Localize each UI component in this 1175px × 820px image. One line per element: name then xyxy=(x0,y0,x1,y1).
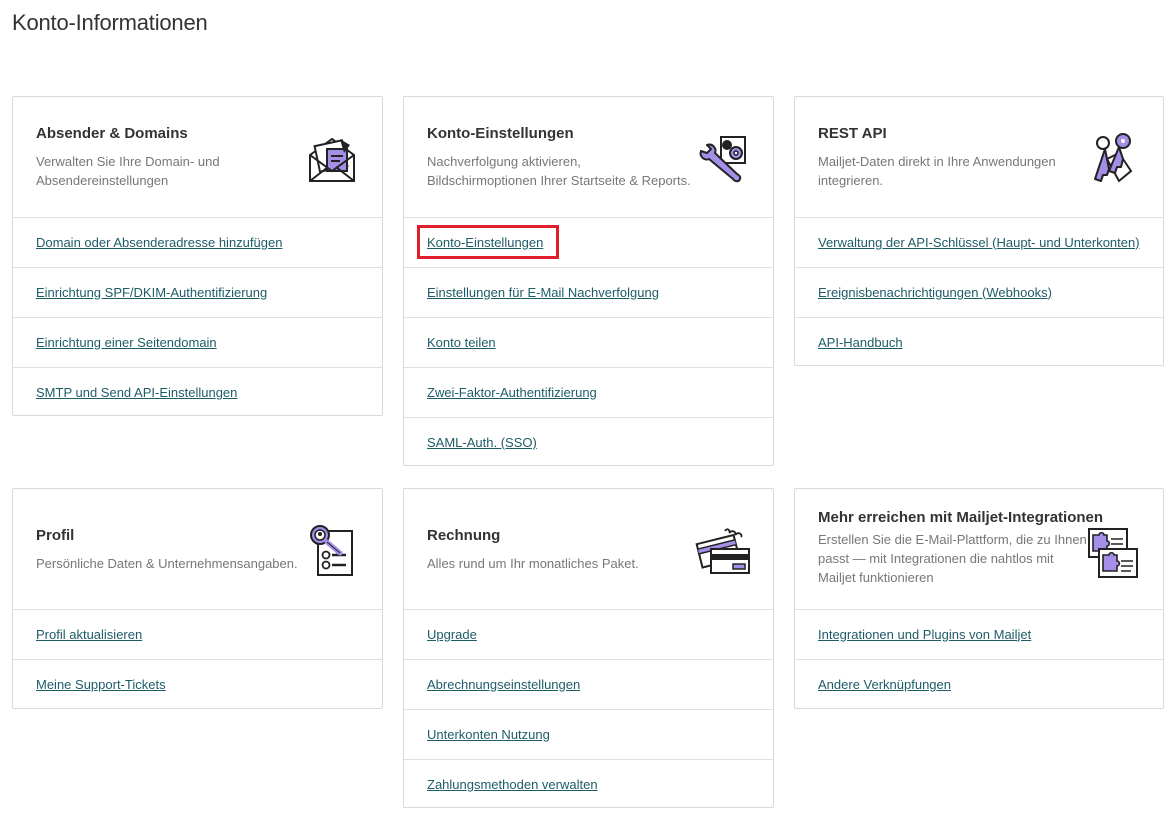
card-link-row: Verwaltung der API-Schlüssel (Haupt- und… xyxy=(795,218,1163,268)
card-link-row: Unterkonten Nutzung xyxy=(404,710,773,760)
link-support-tickets[interactable]: Meine Support-Tickets xyxy=(36,677,166,693)
link-spf-dkim[interactable]: Einrichtung SPF/DKIM-Authentifizierung xyxy=(36,285,267,301)
link-account-settings[interactable]: Konto-Einstellungen xyxy=(427,235,543,251)
card-description-line: Mailjet-Daten direkt in Ihre Anwendungen xyxy=(818,154,1056,169)
link-api-guide[interactable]: API-Handbuch xyxy=(818,335,903,351)
wrench-gear-icon xyxy=(695,131,751,187)
card-profile: Profil Persönliche Daten & Unternehmensa… xyxy=(12,488,383,709)
card-account-settings: Konto-Einstellungen Nachverfolgung aktiv… xyxy=(403,96,774,466)
card-description-line: Nachverfolgung aktivieren, xyxy=(427,154,581,169)
card-integrations: Mehr erreichen mit Mailjet-Integrationen… xyxy=(794,488,1164,709)
card-link-row: SMTP und Send API-Einstellungen xyxy=(13,368,382,418)
card-link-row: Profil aktualisieren xyxy=(13,610,382,660)
card-billing: Rechnung Alles rund um Ihr monatliches P… xyxy=(403,488,774,808)
card-description-line: Erstellen Sie die E-Mail-Plattform, die … xyxy=(818,532,1087,547)
card-link-row: Zwei-Faktor-Authentifizierung xyxy=(404,368,773,418)
card-header: Konto-Einstellungen Nachverfolgung aktiv… xyxy=(404,97,773,218)
link-webhooks[interactable]: Ereignisbenachrichtigungen (Webhooks) xyxy=(818,285,1052,301)
card-rest-api: REST API Mailjet-Daten direkt in Ihre An… xyxy=(794,96,1164,366)
link-upgrade[interactable]: Upgrade xyxy=(427,627,477,643)
card-link-row: Konto teilen xyxy=(404,318,773,368)
card-link-row: Abrechnungseinstellungen xyxy=(404,660,773,710)
card-link-row: Zahlungsmethoden verwalten xyxy=(404,760,773,810)
puzzle-icon xyxy=(1085,525,1141,581)
card-description-line: Absendereinstellungen xyxy=(36,173,169,188)
card-description-line: Bildschirmoptionen Ihrer Startseite & Re… xyxy=(427,173,691,188)
link-api-keys[interactable]: Verwaltung der API-Schlüssel (Haupt- und… xyxy=(818,235,1140,251)
card-description-line: Alles rund um Ihr monatliches Paket. xyxy=(427,556,639,571)
keys-icon xyxy=(1085,131,1141,187)
card-senders-domains: Absender & Domains Verwalten Sie Ihre Do… xyxy=(12,96,383,416)
card-link-row: Ereignisbenachrichtigungen (Webhooks) xyxy=(795,268,1163,318)
profile-document-icon xyxy=(304,523,360,579)
link-smtp-send-api[interactable]: SMTP und Send API-Einstellungen xyxy=(36,385,237,401)
card-link-row: Einstellungen für E-Mail Nachverfolgung xyxy=(404,268,773,318)
envelope-icon xyxy=(304,131,360,187)
link-share-account[interactable]: Konto teilen xyxy=(427,335,496,351)
link-mailjet-integrations[interactable]: Integrationen und Plugins von Mailjet xyxy=(818,627,1031,643)
link-email-tracking[interactable]: Einstellungen für E-Mail Nachverfolgung xyxy=(427,285,659,301)
card-description-line: Mailjet funktionieren xyxy=(818,570,934,585)
link-other-connections[interactable]: Andere Verknüpfungen xyxy=(818,677,951,693)
card-link-row: Andere Verknüpfungen xyxy=(795,660,1163,710)
card-link-row: Einrichtung einer Seitendomain xyxy=(13,318,382,368)
card-link-row: API-Handbuch xyxy=(795,318,1163,368)
card-header: Rechnung Alles rund um Ihr monatliches P… xyxy=(404,489,773,610)
card-link-row: Konto-Einstellungen xyxy=(404,218,773,268)
link-add-domain[interactable]: Domain oder Absenderadresse hinzufügen xyxy=(36,235,282,251)
link-saml-sso[interactable]: SAML-Auth. (SSO) xyxy=(427,435,537,451)
link-two-factor[interactable]: Zwei-Faktor-Authentifizierung xyxy=(427,385,597,401)
link-billing-settings[interactable]: Abrechnungseinstellungen xyxy=(427,677,580,693)
card-link-row: Einrichtung SPF/DKIM-Authentifizierung xyxy=(13,268,382,318)
card-header: Profil Persönliche Daten & Unternehmensa… xyxy=(13,489,382,610)
credit-card-icon xyxy=(695,523,751,579)
card-link-row: Upgrade xyxy=(404,610,773,660)
link-payment-methods[interactable]: Zahlungsmethoden verwalten xyxy=(427,777,598,793)
page-title: Konto-Informationen xyxy=(12,10,208,35)
card-description-line: passt — mit Integrationen die nahtlos mi… xyxy=(818,551,1054,566)
link-subaccount-usage[interactable]: Unterkonten Nutzung xyxy=(427,727,550,743)
card-description-line: integrieren. xyxy=(818,173,884,188)
card-link-row: Domain oder Absenderadresse hinzufügen xyxy=(13,218,382,268)
link-page-domain[interactable]: Einrichtung einer Seitendomain xyxy=(36,335,217,351)
card-header: REST API Mailjet-Daten direkt in Ihre An… xyxy=(795,97,1163,218)
card-link-row: SAML-Auth. (SSO) xyxy=(404,418,773,468)
card-description-line: Verwalten Sie Ihre Domain- und xyxy=(36,154,220,169)
card-header: Absender & Domains Verwalten Sie Ihre Do… xyxy=(13,97,382,218)
card-link-row: Integrationen und Plugins von Mailjet xyxy=(795,610,1163,660)
card-header: Mehr erreichen mit Mailjet-Integrationen… xyxy=(795,489,1163,610)
link-update-profile[interactable]: Profil aktualisieren xyxy=(36,627,142,643)
card-link-row: Meine Support-Tickets xyxy=(13,660,382,710)
card-description-line: Persönliche Daten & Unternehmensangaben. xyxy=(36,556,298,571)
